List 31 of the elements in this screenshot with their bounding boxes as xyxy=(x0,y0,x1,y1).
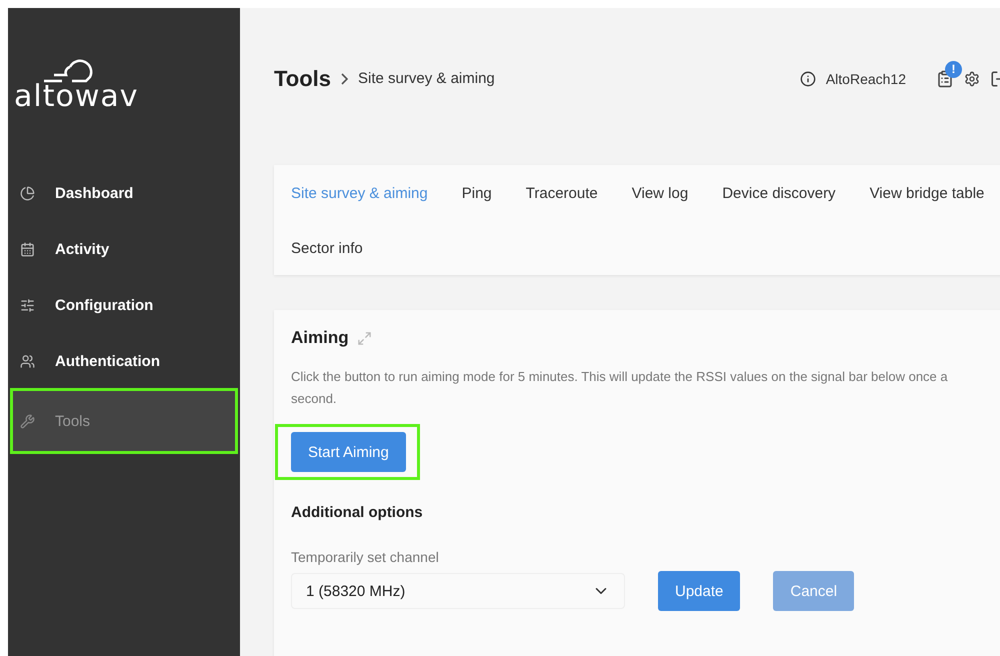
breadcrumb: Site survey & aiming xyxy=(358,70,495,87)
tab[interactable]: View bridge table xyxy=(870,173,984,213)
sidebar-item[interactable]: Configuration xyxy=(8,277,240,333)
tab[interactable]: View log xyxy=(632,173,688,213)
tab[interactable]: Device discovery xyxy=(722,173,836,213)
section-subtitle: Additional options xyxy=(291,504,424,521)
page-title: Tools xyxy=(274,66,332,92)
notification-badge: ! xyxy=(945,60,962,78)
info-icon xyxy=(800,70,816,86)
clipboard-icon[interactable] xyxy=(936,70,954,88)
users-icon xyxy=(20,354,35,368)
sidebar-item[interactable]: Authentication xyxy=(8,333,240,389)
action-button[interactable]: Update xyxy=(658,571,740,611)
calendar-icon xyxy=(20,242,35,256)
tab[interactable]: Ping xyxy=(462,173,492,213)
wrench-icon xyxy=(20,414,35,428)
tab[interactable]: Traceroute xyxy=(526,173,598,213)
settings-icon[interactable] xyxy=(964,70,980,86)
tab[interactable]: Sector info xyxy=(291,228,363,268)
field-label: Temporarily set channel xyxy=(291,549,440,565)
sidebar-item[interactable]: Dashboard xyxy=(8,165,240,221)
section-title: Aiming xyxy=(291,328,349,348)
start-aiming-button[interactable]: Start Aiming xyxy=(291,432,406,472)
chevron-right-icon xyxy=(341,72,348,84)
logo: altowav xyxy=(14,78,140,114)
channel-select[interactable]: 1 (58320 MHz) xyxy=(291,573,625,609)
pie-chart-icon xyxy=(20,186,35,200)
sidebar-item[interactable]: Activity xyxy=(8,221,240,277)
description: Click the button to run aiming mode for 5 minutes. This will update the RSSI values on the signal bar below once a second. xyxy=(291,368,949,408)
device-name: AltoReach12 xyxy=(826,70,906,86)
sliders-icon xyxy=(20,298,35,312)
